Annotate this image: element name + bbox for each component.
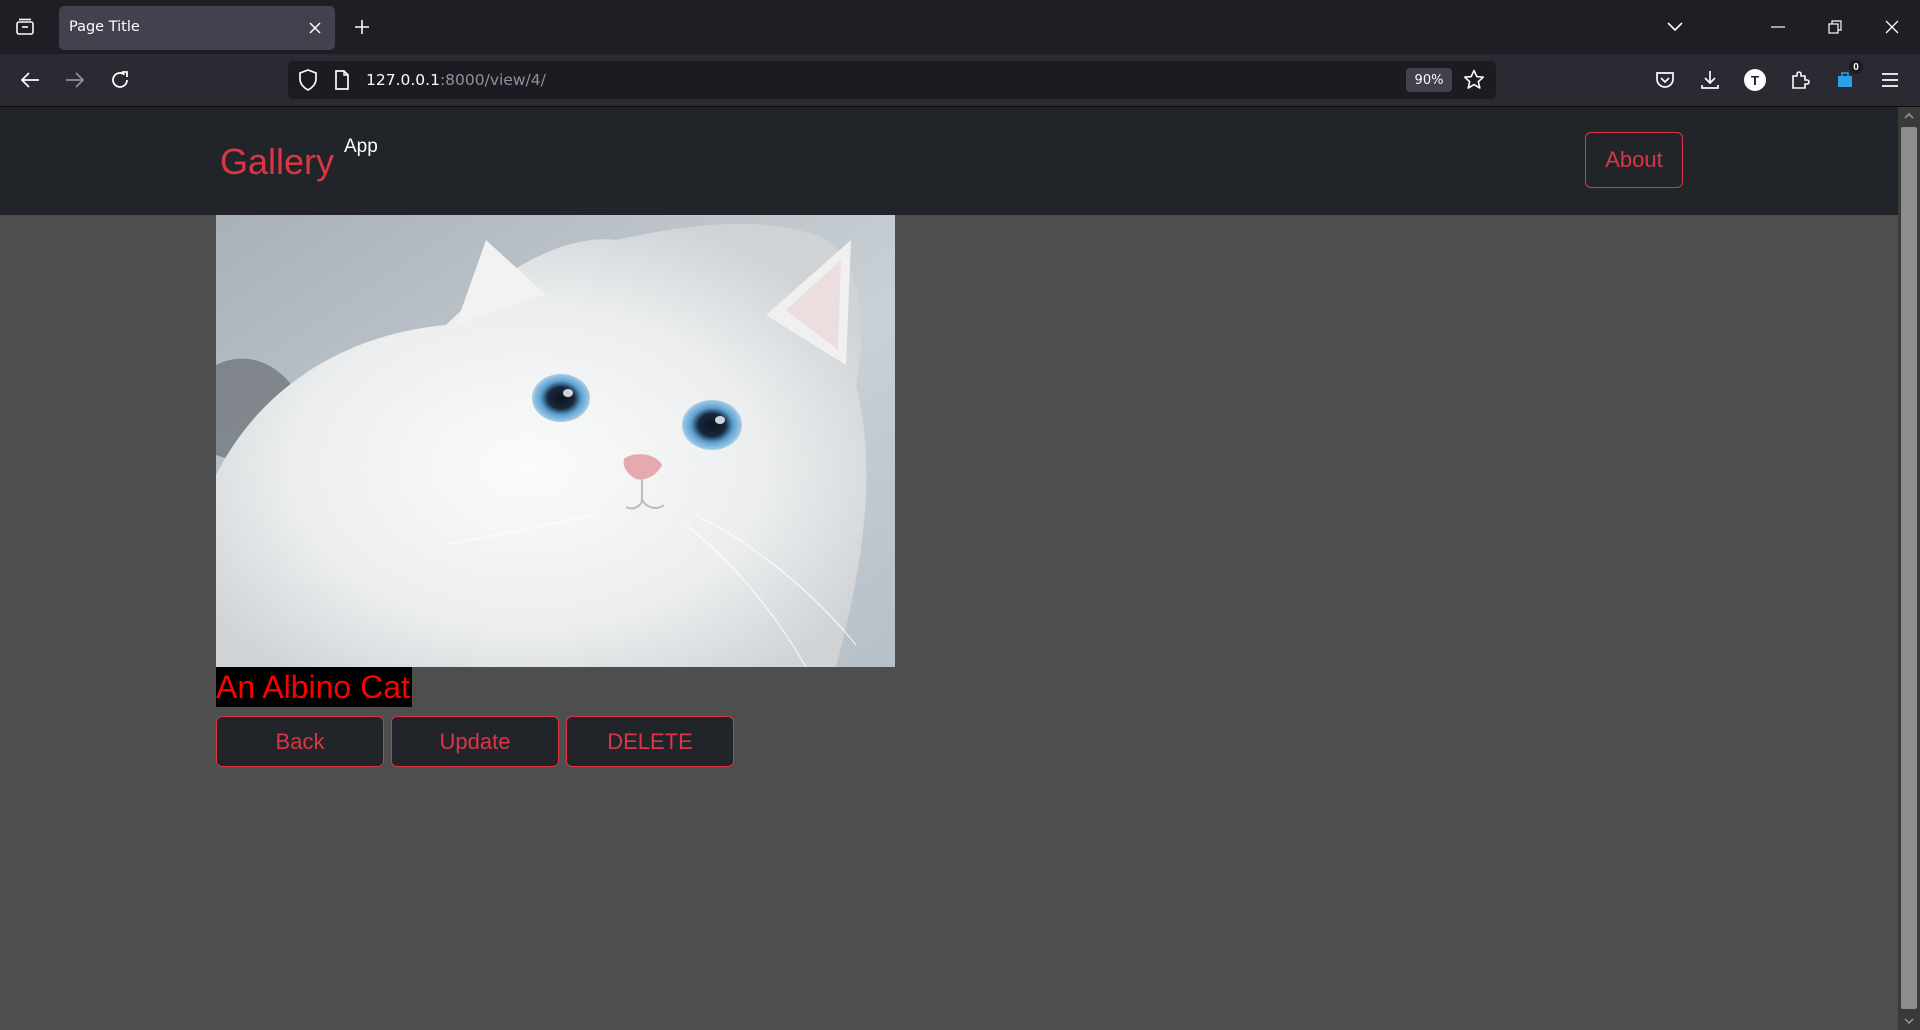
delete-button[interactable]: DELETE [566, 716, 734, 767]
extensions-puzzle-icon[interactable] [1786, 66, 1814, 94]
hamburger-menu-icon[interactable] [1876, 66, 1904, 94]
update-button[interactable]: Update [391, 716, 559, 767]
list-all-tabs-icon[interactable] [12, 15, 38, 39]
scroll-down-arrow-icon[interactable] [1898, 1012, 1920, 1030]
photo-caption: An Albino Cat [216, 667, 412, 707]
about-button[interactable]: About [1585, 132, 1683, 188]
address-bar[interactable]: 127.0.0.1:8000/view/4/ 90% [288, 61, 1496, 99]
close-window-icon[interactable] [1877, 13, 1907, 41]
minimize-icon[interactable] [1763, 13, 1793, 41]
avatar-initial: T [1744, 69, 1766, 91]
shield-icon[interactable] [298, 69, 318, 96]
browser-tab[interactable]: Page Title [59, 6, 335, 50]
url-text[interactable]: 127.0.0.1:8000/view/4/ [366, 71, 546, 89]
restore-icon[interactable] [1820, 13, 1850, 41]
brand-link[interactable]: Gallery [220, 141, 334, 183]
cat-photo-drawing [216, 215, 895, 667]
tab-title: Page Title [69, 19, 140, 35]
downloads-icon[interactable] [1696, 66, 1724, 94]
page-icon[interactable] [334, 70, 350, 95]
page-scrollbar[interactable] [1898, 107, 1920, 1030]
browser-tab-bar: Page Title [0, 0, 1920, 54]
site-navbar: Gallery App About [0, 107, 1898, 215]
extension-icon[interactable]: 0 [1831, 60, 1863, 94]
pocket-icon[interactable] [1651, 66, 1679, 94]
url-path: :8000/view/4/ [439, 71, 546, 89]
cat-photo [216, 215, 895, 667]
scroll-up-arrow-icon[interactable] [1898, 107, 1920, 125]
close-tab-icon[interactable] [305, 18, 325, 38]
zoom-level-badge[interactable]: 90% [1406, 68, 1452, 92]
scrollbar-thumb[interactable] [1901, 127, 1917, 1009]
bookmark-star-icon[interactable] [1463, 69, 1485, 96]
extension-badge-count: 0 [1849, 60, 1863, 74]
brand-superscript: App [344, 136, 378, 157]
account-avatar-icon[interactable]: T [1741, 66, 1769, 94]
back-button[interactable]: Back [216, 716, 384, 767]
new-tab-icon[interactable] [350, 15, 374, 39]
chevron-down-icon[interactable] [1660, 13, 1690, 41]
forward-arrow-icon[interactable] [61, 66, 89, 94]
reload-icon[interactable] [106, 66, 134, 94]
url-host: 127.0.0.1 [366, 71, 440, 89]
back-arrow-icon[interactable] [16, 66, 44, 94]
browser-toolbar: 127.0.0.1:8000/view/4/ 90% T 0 [0, 54, 1920, 107]
